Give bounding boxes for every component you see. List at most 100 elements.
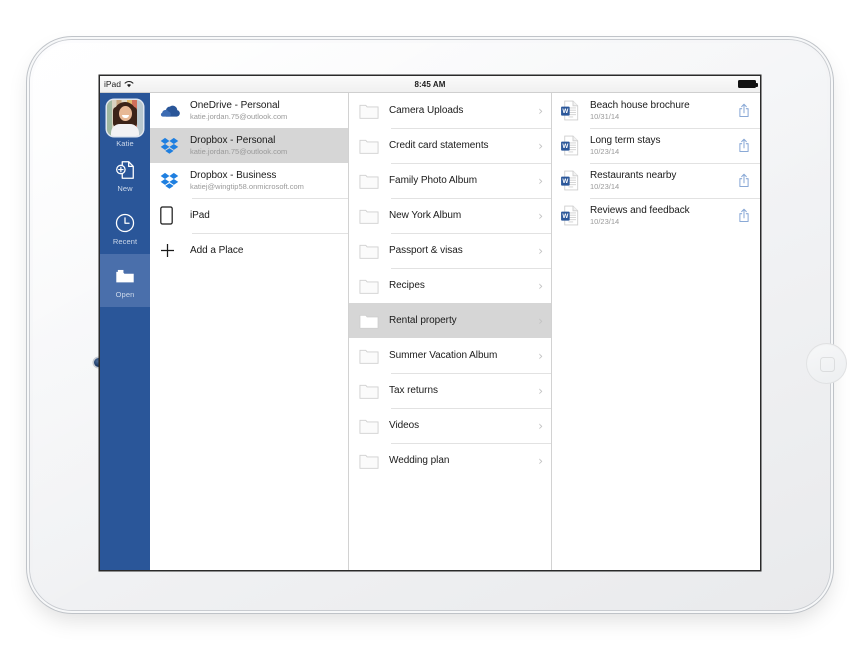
folder-row[interactable]: New York Album › xyxy=(349,198,551,233)
chevron-right-icon: › xyxy=(538,313,543,328)
plus-icon xyxy=(160,243,190,258)
folder-title: Passport & visas xyxy=(389,245,463,256)
file-text: Restaurants nearby 10/23/14 xyxy=(590,170,736,191)
folder-icon xyxy=(359,313,389,329)
folder-row[interactable]: Camera Uploads › xyxy=(349,93,551,128)
folder-text: Tax returns xyxy=(389,385,533,396)
folder-row[interactable]: Credit card statements › xyxy=(349,128,551,163)
folder-title: Credit card statements xyxy=(389,140,489,151)
file-date: 10/31/14 xyxy=(590,112,620,121)
place-row-dropbox-business[interactable]: Dropbox - Business katiej@wingtip58.onmi… xyxy=(150,163,348,198)
sidebar-user[interactable]: Katie xyxy=(104,100,146,148)
place-title: iPad xyxy=(190,210,210,221)
folder-text: Recipes xyxy=(389,280,533,291)
file-date: 10/23/14 xyxy=(590,217,620,226)
svg-text:W: W xyxy=(562,213,568,220)
folder-icon xyxy=(359,453,389,469)
folder-row[interactable]: Tax returns › xyxy=(349,373,551,408)
folder-text: Camera Uploads xyxy=(389,105,533,116)
place-row-dropbox-personal[interactable]: Dropbox - Personal katie.jordan.75@outlo… xyxy=(150,128,348,163)
home-button-square-icon xyxy=(820,357,835,372)
ipad-icon xyxy=(160,206,190,225)
folder-row[interactable]: Recipes › xyxy=(349,268,551,303)
avatar xyxy=(107,100,143,136)
folder-title: Recipes xyxy=(389,280,425,291)
chevron-right-icon: › xyxy=(538,383,543,398)
folder-row[interactable]: Passport & visas › xyxy=(349,233,551,268)
folder-row[interactable]: Videos › xyxy=(349,408,551,443)
sidebar-user-name: Katie xyxy=(116,139,134,148)
folder-icon xyxy=(359,173,389,189)
place-subtitle: katie.jordan.75@outlook.com xyxy=(190,112,288,121)
folders-column: Camera Uploads › Credit card statements … xyxy=(349,93,552,570)
file-text: Beach house brochure 10/31/14 xyxy=(590,100,736,121)
svg-text:W: W xyxy=(562,143,568,150)
share-icon[interactable] xyxy=(736,138,752,153)
app-body: Katie New Recent Open OneDrive - Persona… xyxy=(100,93,760,570)
screenshot-root: iPad 8:45 AM Katie New Recent Open OneDr… xyxy=(0,0,860,651)
folder-title: Camera Uploads xyxy=(389,105,464,116)
new-document-icon xyxy=(114,159,136,181)
chevron-right-icon: › xyxy=(538,138,543,153)
sidebar-item-open[interactable]: Open xyxy=(100,254,150,307)
sidebar-item-recent[interactable]: Recent xyxy=(100,201,150,254)
place-row-onedrive-personal[interactable]: OneDrive - Personal katie.jordan.75@outl… xyxy=(150,93,348,128)
folder-icon xyxy=(359,348,389,364)
home-button[interactable] xyxy=(806,343,847,384)
app-sidebar: Katie New Recent Open xyxy=(100,93,150,570)
folder-row[interactable]: Wedding plan › xyxy=(349,443,551,478)
folder-icon xyxy=(359,103,389,119)
file-row[interactable]: W Restaurants nearby 10/23/14 xyxy=(552,163,760,198)
word-document-icon: W xyxy=(560,100,590,121)
place-title: Add a Place xyxy=(190,245,244,256)
svg-text:W: W xyxy=(562,178,568,185)
places-column: OneDrive - Personal katie.jordan.75@outl… xyxy=(150,93,349,570)
folder-text: Wedding plan xyxy=(389,455,533,466)
place-row-ipad[interactable]: iPad xyxy=(150,198,348,233)
place-title: Dropbox - Business xyxy=(190,170,277,181)
place-subtitle: katie.jordan.75@outlook.com xyxy=(190,147,288,156)
folder-icon xyxy=(359,138,389,154)
chevron-right-icon: › xyxy=(538,103,543,118)
folder-title: Summer Vacation Album xyxy=(389,350,498,361)
folder-text: Passport & visas xyxy=(389,245,533,256)
folder-text: New York Album xyxy=(389,210,533,221)
chevron-right-icon: › xyxy=(538,173,543,188)
avatar-face xyxy=(119,106,132,121)
word-document-icon: W xyxy=(560,205,590,226)
file-title: Reviews and feedback xyxy=(590,205,690,216)
share-icon[interactable] xyxy=(736,173,752,188)
onedrive-icon xyxy=(160,103,190,118)
word-document-icon: W xyxy=(560,170,590,191)
place-text: iPad xyxy=(190,210,340,221)
chevron-right-icon: › xyxy=(538,453,543,468)
file-text: Long term stays 10/23/14 xyxy=(590,135,736,156)
chevron-right-icon: › xyxy=(538,243,543,258)
dropbox-icon xyxy=(160,172,190,189)
folder-row[interactable]: Family Photo Album › xyxy=(349,163,551,198)
file-title: Restaurants nearby xyxy=(590,170,677,181)
folder-title: New York Album xyxy=(389,210,462,221)
folder-title: Rental property xyxy=(389,315,457,326)
sidebar-item-new-label: New xyxy=(117,184,133,193)
file-title: Long term stays xyxy=(590,135,661,146)
file-row[interactable]: W Long term stays 10/23/14 xyxy=(552,128,760,163)
share-icon[interactable] xyxy=(736,103,752,118)
place-row-add-a-place[interactable]: Add a Place xyxy=(150,233,348,268)
status-time: 8:45 AM xyxy=(414,79,446,89)
avatar-shirt xyxy=(111,124,139,136)
dropbox-icon xyxy=(160,137,190,154)
folder-title: Tax returns xyxy=(389,385,438,396)
sidebar-item-new[interactable]: New xyxy=(100,148,150,201)
file-row[interactable]: W Beach house brochure 10/31/14 xyxy=(552,93,760,128)
file-row[interactable]: W Reviews and feedback 10/23/14 xyxy=(552,198,760,233)
folder-text: Summer Vacation Album xyxy=(389,350,533,361)
share-icon[interactable] xyxy=(736,208,752,223)
folder-row[interactable]: Summer Vacation Album › xyxy=(349,338,551,373)
file-date: 10/23/14 xyxy=(590,182,620,191)
place-subtitle: katiej@wingtip58.onmicrosoft.com xyxy=(190,182,304,191)
place-text: OneDrive - Personal katie.jordan.75@outl… xyxy=(190,100,340,121)
folder-row-selected[interactable]: Rental property › xyxy=(349,303,551,338)
folder-icon xyxy=(359,418,389,434)
files-column: W Beach house brochure 10/31/14 W Long t… xyxy=(552,93,760,570)
